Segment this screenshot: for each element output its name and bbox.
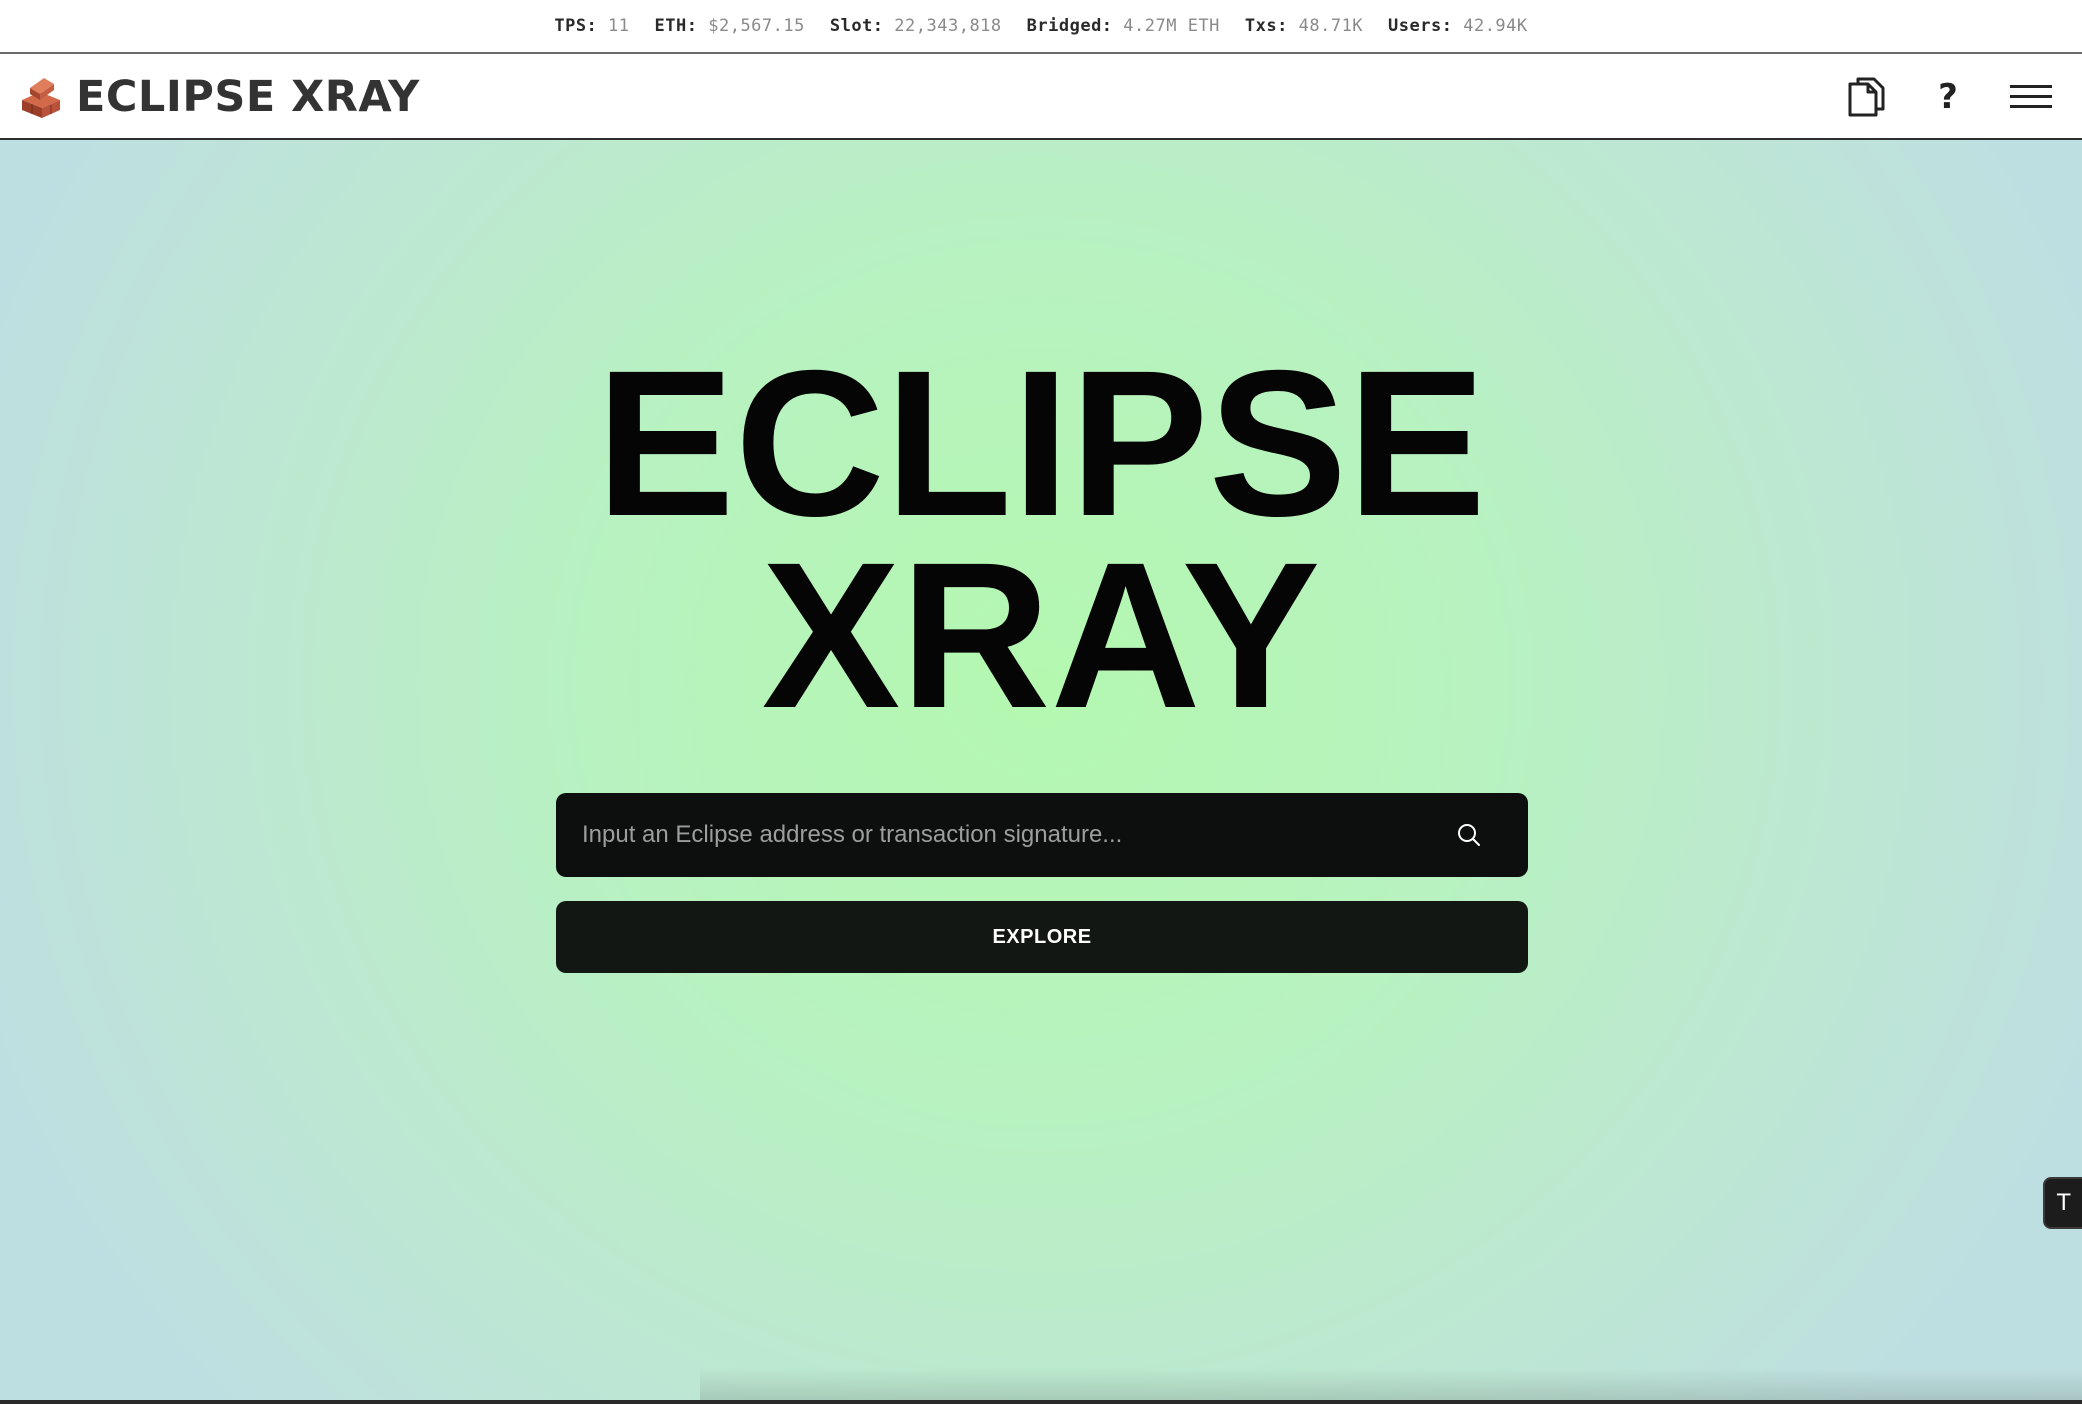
stat-value: 22,343,818: [894, 16, 1002, 36]
search-icon[interactable]: [1456, 822, 1482, 848]
hero-section: ECLIPSE XRAY EXPLORE: [0, 140, 2082, 1404]
header-actions: ?: [1846, 74, 2052, 120]
stat-txs: Txs: 48.71K: [1245, 16, 1363, 36]
stat-slot: Slot: 22,343,818: [830, 16, 1002, 36]
brick-box-icon: [22, 78, 60, 118]
stat-tps: TPS: 11: [554, 16, 629, 36]
brand-name: ECLIPSE XRAY: [76, 72, 420, 122]
brand-home-link[interactable]: ECLIPSE XRAY: [18, 72, 420, 122]
stat-label: Slot:: [829, 16, 884, 36]
stat-label: ETH:: [654, 16, 698, 36]
corner-widget-label: T: [2057, 1190, 2071, 1216]
stat-eth-price: ETH: $2,567.15: [655, 16, 805, 36]
corner-widget[interactable]: T: [2043, 1177, 2082, 1229]
hero-title-line1: ECLIPSE: [596, 328, 1486, 560]
stat-value: 4.27M ETH: [1123, 16, 1220, 36]
stat-value: $2,567.15: [708, 16, 805, 36]
bottom-shadow: [700, 1368, 2082, 1404]
stat-bridged: Bridged: 4.27M ETH: [1027, 16, 1220, 36]
stat-label: TPS:: [554, 16, 598, 36]
docs-icon: [1848, 77, 1885, 117]
stat-label: Txs:: [1244, 16, 1288, 36]
menu-icon: [2010, 85, 2052, 108]
stats-bar: TPS: 11 ETH: $2,567.15 Slot: 22,343,818 …: [0, 0, 2082, 54]
help-icon: ?: [1938, 77, 1958, 117]
search-box: [556, 793, 1528, 877]
hero-title-line2: XRAY: [761, 520, 1321, 752]
help-button[interactable]: ?: [1928, 77, 1968, 117]
stat-label: Bridged:: [1026, 16, 1113, 36]
menu-button[interactable]: [2010, 84, 2052, 110]
app-header: ECLIPSE XRAY ?: [0, 54, 2082, 140]
hero-title: ECLIPSE XRAY: [0, 328, 2082, 752]
docs-button[interactable]: [1846, 76, 1886, 118]
window-bottom-edge: [0, 1400, 2082, 1404]
stat-value: 11: [608, 16, 630, 36]
search-input[interactable]: [580, 793, 1456, 877]
stat-users: Users: 42.94K: [1388, 16, 1528, 36]
explore-button[interactable]: EXPLORE: [556, 901, 1528, 973]
stat-label: Users:: [1388, 16, 1453, 36]
stat-value: 48.71K: [1298, 16, 1364, 36]
stat-value: 42.94K: [1463, 16, 1528, 36]
